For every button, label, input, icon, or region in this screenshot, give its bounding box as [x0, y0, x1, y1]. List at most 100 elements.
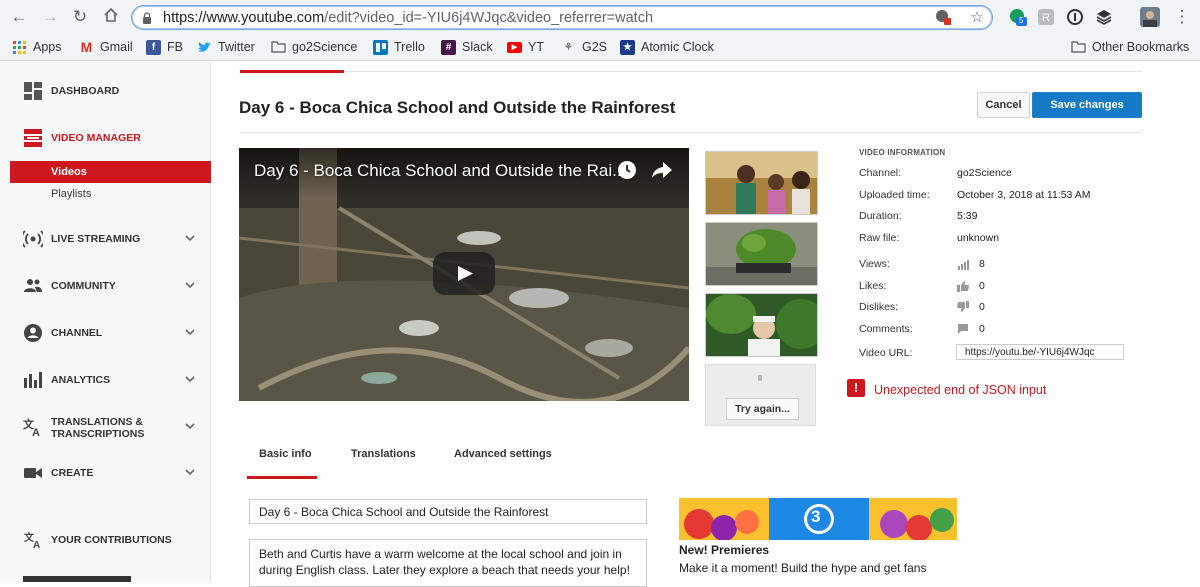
likes-label: Likes:: [859, 280, 887, 292]
tab-basic-info[interactable]: Basic info: [259, 448, 312, 460]
url-host: https://www.youtube.com: [163, 10, 325, 26]
sidebar-item-dashboard[interactable]: DASHBOARD: [0, 76, 211, 106]
thumbnail-option-2[interactable]: [705, 222, 818, 286]
sidebar-label: VIDEO MANAGER: [51, 132, 141, 144]
thumbnail-option-1[interactable]: [705, 151, 818, 215]
bookmark-go2science[interactable]: go2Science: [271, 39, 357, 56]
bookmarks-bar: Apps M Gmail f FB Twitter go2Science Trell…: [0, 34, 1200, 61]
uploaded-label: Uploaded time:: [859, 189, 930, 201]
sidebar-item-video-manager[interactable]: VIDEO MANAGER: [0, 123, 211, 153]
menu-kebab-icon[interactable]: ⋮: [1172, 7, 1192, 27]
bookmark-atomic-clock[interactable]: ★ Atomic Clock: [620, 39, 714, 56]
error-icon: !: [847, 379, 865, 397]
bookmark-label: Apps: [33, 40, 62, 54]
video-url-field[interactable]: [956, 344, 1124, 360]
extension-layers-icon[interactable]: [1095, 8, 1113, 26]
premieres-title: New! Premieres: [679, 543, 770, 557]
try-again-button[interactable]: Try again...: [726, 398, 799, 420]
views-label: Views:: [859, 258, 890, 270]
title-field[interactable]: Day 6 - Boca Chica School and Outside th…: [249, 499, 647, 524]
watch-later-icon[interactable]: [617, 160, 637, 180]
bookmark-yt[interactable]: ▶ YT: [507, 39, 544, 56]
bookmark-label: Trello: [394, 40, 425, 54]
sidebar-item-channel[interactable]: CHANNEL: [0, 318, 211, 348]
bookmark-apps[interactable]: Apps: [12, 39, 62, 56]
gmail-icon: M: [80, 39, 93, 55]
reload-icon[interactable]: ↻: [70, 7, 90, 27]
bookmark-label: G2S: [582, 40, 608, 54]
bookmark-slack[interactable]: # Slack: [441, 39, 493, 56]
extension-green-icon[interactable]: 5: [1009, 8, 1027, 26]
chevron-down-icon: [185, 376, 195, 383]
share-icon[interactable]: [651, 161, 673, 179]
sidebar-label: CHANNEL: [51, 327, 103, 339]
bookmark-g2s[interactable]: ⚘ G2S: [561, 39, 607, 56]
save-changes-button[interactable]: Save changes: [1032, 92, 1142, 118]
sidebar-item-analytics[interactable]: ANALYTICS: [0, 365, 211, 395]
address-bar[interactable]: https://www.youtube.com/edit?video_id=-Y…: [131, 5, 993, 30]
forward-arrow-icon[interactable]: →: [40, 7, 60, 27]
sidebar-label: DASHBOARD: [51, 85, 120, 97]
chevron-down-icon: [185, 282, 195, 289]
back-arrow-icon[interactable]: ←: [9, 7, 29, 27]
bookmark-fb[interactable]: f FB: [146, 39, 183, 56]
sidebar-sub-item-videos[interactable]: Videos: [10, 161, 211, 183]
sidebar-sub-item-playlists[interactable]: Playlists: [10, 183, 211, 205]
tab-advanced-settings[interactable]: Advanced settings: [454, 448, 552, 460]
analytics-icon: [24, 372, 42, 388]
bookmark-twitter[interactable]: Twitter: [197, 39, 255, 56]
sidebar-label: COMMUNITY: [51, 280, 116, 292]
channel-icon: [24, 324, 42, 342]
cancel-button[interactable]: Cancel: [977, 92, 1030, 118]
extension-badge: 5: [1019, 16, 1024, 25]
comments-label: Comments:: [859, 323, 913, 335]
play-button[interactable]: [433, 252, 495, 295]
url-text[interactable]: https://www.youtube.com/edit?video_id=-Y…: [163, 10, 653, 26]
sidebar-label: YOUR CONTRIBUTIONS: [51, 534, 172, 546]
page-title: Day 6 - Boca Chica School and Outside th…: [239, 98, 676, 117]
bookmark-label: FB: [167, 40, 183, 54]
bookmark-star-icon[interactable]: ☆: [968, 9, 986, 27]
translate-icon: 文A: [23, 417, 40, 437]
extension-info-icon[interactable]: [1066, 8, 1084, 26]
description-line-2: during English class. Later they explore…: [259, 563, 630, 577]
play-icon: [458, 266, 473, 281]
loading-indicator: [758, 375, 762, 381]
thumbnail-option-3[interactable]: [705, 293, 818, 357]
tab-translations[interactable]: Translations: [351, 448, 416, 460]
bookmark-label: Gmail: [100, 40, 133, 54]
video-url-label: Video URL:: [859, 347, 913, 359]
premieres-promo-image[interactable]: 3: [679, 498, 957, 540]
bookmark-label: Atomic Clock: [641, 40, 714, 54]
svg-text:R: R: [1042, 12, 1050, 24]
sidebar-label: TRANSLATIONS & TRANSCRIPTIONS: [51, 416, 144, 440]
browser-toolbar: ← → ↻ https://www.youtube.com/edit?video…: [0, 0, 1200, 34]
bookmark-trello[interactable]: Trello: [373, 39, 425, 56]
home-icon[interactable]: [101, 7, 121, 27]
video-player[interactable]: Day 6 - Boca Chica School and Outside th…: [239, 148, 689, 401]
extension-r-icon[interactable]: R: [1037, 8, 1055, 26]
chevron-down-icon: [185, 469, 195, 476]
channel-label: Channel:: [859, 167, 902, 179]
bookmark-gmail[interactable]: M Gmail: [79, 39, 133, 56]
sidebar-item-community[interactable]: COMMUNITY: [0, 271, 211, 301]
sidebar-item-your-contributions[interactable]: 文A YOUR CONTRIBUTIONS: [0, 525, 211, 555]
sidebar-item-create[interactable]: CREATE: [0, 458, 211, 488]
sidebar-label: CREATE: [51, 467, 94, 479]
folder-icon: [1071, 40, 1086, 55]
facebook-icon: f: [146, 40, 161, 55]
chevron-down-icon: [185, 329, 195, 336]
channel-value: go2Science: [957, 167, 1012, 179]
sidebar-item-live-streaming[interactable]: LIVE STREAMING: [0, 224, 211, 254]
comment-icon: [958, 324, 968, 334]
sidebar-item-translations[interactable]: 文A TRANSLATIONS & TRANSCRIPTIONS: [0, 412, 211, 446]
bookmark-label: Other Bookmarks: [1092, 40, 1190, 54]
twitter-icon: [197, 40, 212, 55]
thumbs-up-icon: [957, 281, 969, 292]
sidebar-label-line1: TRANSLATIONS &: [51, 416, 143, 428]
bookmark-label: Twitter: [218, 40, 255, 54]
description-field[interactable]: Beth and Curtis have a warm welcome at t…: [249, 539, 647, 587]
bookmark-other[interactable]: Other Bookmarks: [1071, 39, 1189, 56]
blocked-cookie-icon[interactable]: [934, 9, 952, 27]
profile-avatar[interactable]: [1140, 7, 1160, 27]
